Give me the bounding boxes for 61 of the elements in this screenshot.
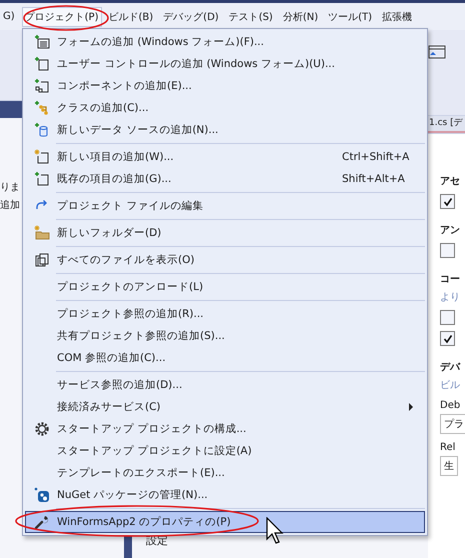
menu-item[interactable]: スタートアップ プロジェクトの構成...	[25, 418, 425, 440]
menu-item[interactable]: 拡張機	[379, 6, 416, 26]
form-add-icon	[34, 34, 50, 50]
menu-item[interactable]: すべてのファイルを表示(O)	[25, 249, 425, 271]
text: りま	[0, 181, 20, 194]
menu-item[interactable]: テスト(S)	[226, 6, 276, 26]
menu-item[interactable]: ユーザー コントロールの追加 (Windows フォーム)(U)...	[25, 53, 425, 75]
checkbox[interactable]	[440, 331, 455, 346]
gear-icon	[34, 421, 50, 437]
section-heading: アセ	[440, 175, 460, 188]
shortcut-text: Shift+Alt+A	[342, 173, 406, 185]
document-tab[interactable]: 1.cs [デ	[428, 116, 465, 133]
window-icon[interactable]	[428, 45, 446, 59]
new-folder-icon	[34, 225, 50, 241]
menu-item[interactable]: フォームの追加 (Windows フォーム)(F)...	[25, 31, 425, 53]
nuget-icon	[34, 487, 50, 503]
section-heading: アン	[440, 224, 460, 237]
menu-item[interactable]: 接続済みサービス(C)	[25, 396, 425, 418]
menu-item[interactable]: ビルド(B)	[106, 6, 156, 26]
section-heading: コー	[440, 273, 460, 286]
checkbox[interactable]	[440, 243, 455, 258]
menu-item[interactable]: 新しいデータ ソースの追加(N)...	[25, 119, 425, 141]
menu-item[interactable]: スタートアップ プロジェクトに設定(A)	[25, 440, 425, 462]
menu-item[interactable]: 既存の項目の追加(G)... Shift+Alt+A	[25, 168, 425, 190]
checkbox[interactable]	[440, 194, 455, 209]
menu-item[interactable]: クラスの追加(C)...	[25, 97, 425, 119]
text: 追加	[0, 198, 20, 212]
files-icon	[34, 252, 50, 268]
menu-item[interactable]: COM 参照の追加(C)...	[25, 347, 425, 369]
class-add-icon	[34, 100, 50, 116]
menu-item[interactable]: プロジェクト ファイルの編集	[25, 195, 425, 217]
menu-item[interactable]: 分析(N)	[280, 6, 322, 26]
database-add-icon	[34, 122, 50, 138]
menu-item[interactable]: プロジェクトのアンロード(L)	[25, 276, 425, 298]
checkbox[interactable]	[440, 310, 455, 325]
menu-item[interactable]: 新しい項目の追加(W)... Ctrl+Shift+A	[25, 146, 425, 168]
shortcut-text: Ctrl+Shift+A	[342, 151, 410, 163]
menu-item[interactable]: 共有プロジェクト参照の追加(S)...	[25, 325, 425, 347]
section-heading: デバ	[440, 361, 460, 374]
component-add-icon	[34, 78, 50, 94]
menu-item[interactable]: 新しいフォルダー(D)	[25, 222, 425, 244]
menu-item[interactable]: プロジェクト参照の追加(R)...	[25, 303, 425, 325]
hint-text: より	[440, 291, 460, 304]
hint-text: ビル	[440, 379, 460, 392]
menu-item[interactable]: テンプレートのエクスポート(E)...	[25, 462, 425, 484]
control-add-icon	[34, 56, 50, 72]
dropdown-field[interactable]: 生	[440, 456, 458, 476]
menu-item[interactable]: ツール(T)	[325, 6, 376, 26]
field-label: Deb	[440, 400, 460, 411]
mouse-pointer-icon	[266, 517, 286, 545]
wrench-icon	[34, 514, 50, 530]
menu-item[interactable]: NuGet パッケージの管理(N)...	[25, 484, 425, 506]
new-item-icon	[34, 149, 50, 165]
field-label: Rel	[440, 442, 456, 453]
menu-item[interactable]: G)	[0, 8, 18, 25]
menu-item[interactable]: サービス参照の追加(D)...	[25, 374, 425, 396]
menu-item[interactable]: コンポーネントの追加(E)...	[25, 75, 425, 97]
menu-item[interactable]: WinFormsApp2 のプロパティの(P)	[25, 511, 425, 533]
add-item-icon	[34, 171, 50, 187]
menu-item[interactable]: デバッグ(D)	[160, 6, 222, 26]
dropdown-field[interactable]: プラ	[440, 414, 465, 434]
